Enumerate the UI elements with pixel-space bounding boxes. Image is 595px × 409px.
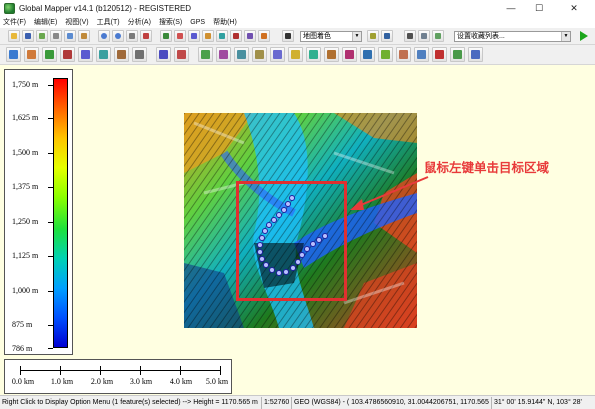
legend-label: 875 m [12,320,33,329]
scale-label: 5.0 km [205,377,229,386]
legend-label: 1,625 m [12,113,39,122]
split-line-icon[interactable] [198,47,213,62]
scale-label: 0.0 km [11,377,35,386]
menu-analysis[interactable]: 分析(A) [128,17,151,27]
menu-gps[interactable]: GPS [190,19,205,26]
control-center-icon[interactable] [258,30,270,42]
legend-label: 786 m [12,344,33,353]
map-workspace[interactable]: 1,750 m 1,625 m 1,500 m 1,375 m 1,250 m … [0,65,595,395]
circle-tool-icon[interactable] [78,47,93,62]
digitizer-toolbar [0,45,595,65]
scale-label: 4.0 km [169,377,193,386]
binoculars-icon[interactable] [282,30,294,42]
view-shed-icon[interactable] [216,30,228,42]
scale-feature-icon[interactable] [414,47,429,62]
combine-area-icon[interactable] [288,47,303,62]
pan-icon[interactable] [126,30,138,42]
delete-feature-icon[interactable] [432,47,447,62]
scale-bar: 0.0 km 1.0 km 2.0 km 3.0 km 4.0 km 5.0 k… [4,359,232,394]
legend-label: 1,000 m [12,286,39,295]
title-bar: Global Mapper v14.1 (b120512) - REGISTER… [0,0,595,16]
3d-view-icon[interactable] [244,30,256,42]
path-profile-icon[interactable] [202,30,214,42]
legend-label: 1,750 m [12,80,39,89]
notes-icon[interactable] [418,30,430,42]
status-coordinates: GEO (WGS84) - ( 103.4786560910, 31.00442… [292,397,492,409]
menu-help[interactable]: 帮助(H) [213,17,237,27]
favorites-combo[interactable]: 设置收藏列表... ▼ [454,31,571,42]
digitizer-icon[interactable] [160,30,172,42]
scale-label: 3.0 km [129,377,153,386]
status-scale: 1:52760 [262,397,292,409]
open-data-icon[interactable] [36,30,48,42]
range-ring-icon[interactable] [114,47,129,62]
rectangle-tool-icon[interactable] [96,47,111,62]
vertex-edit-icon[interactable] [342,47,357,62]
measure-icon[interactable] [174,30,186,42]
minimize-button[interactable]: — [497,0,525,16]
menu-file[interactable]: 文件(F) [3,17,26,27]
menu-edit[interactable]: 编辑(E) [34,17,57,27]
text-tool-icon[interactable] [404,30,416,42]
gps-icon[interactable] [230,30,242,42]
create-area-icon[interactable] [24,47,39,62]
legend-label: 1,125 m [12,251,39,260]
smooth-line-icon[interactable] [234,47,249,62]
close-button[interactable]: ✕ [560,0,588,16]
menu-bar: 文件(F) 编辑(E) 视图(V) 工具(T) 分析(A) 搜索(S) GPS … [0,16,595,28]
status-hint: Right Click to Display Option Menu (1 fe… [0,397,262,409]
status-bar: Right Click to Display Option Menu (1 fe… [0,395,595,409]
copy-icon[interactable] [64,30,76,42]
redo-icon[interactable] [468,47,483,62]
shader-combo[interactable]: 地图着色 ▼ [300,31,362,42]
print-icon[interactable] [50,30,62,42]
legend-label: 1,375 m [12,182,39,191]
insert-vertex-icon[interactable] [174,47,189,62]
reverse-line-icon[interactable] [252,47,267,62]
selection-box [236,181,347,301]
feature-info-icon[interactable] [188,30,200,42]
scale-label: 1.0 km [50,377,74,386]
layer-options-icon[interactable] [367,30,379,42]
annotation-text: 鼠标左键单击目标区域 [424,160,550,175]
snap-icon[interactable] [360,47,375,62]
elevation-color-bar [53,78,68,348]
cut-area-icon[interactable] [324,47,339,62]
create-point-icon[interactable] [60,47,75,62]
scale-label: 2.0 km [90,377,114,386]
main-toolbar: 地图着色 ▼ 设置收藏列表... ▼ [0,28,595,45]
measure-area-icon[interactable] [378,47,393,62]
legend-label: 1,500 m [12,148,39,157]
undo-icon[interactable] [450,47,465,62]
area-tool-icon[interactable] [432,30,444,42]
move-vertex-icon[interactable] [156,47,171,62]
menu-view[interactable]: 视图(V) [65,17,88,27]
maximize-button[interactable]: ☐ [525,0,553,16]
home-icon[interactable] [140,30,152,42]
grid-tool-icon[interactable] [132,47,147,62]
rotate-feature-icon[interactable] [396,47,411,62]
zoom-out-icon[interactable] [112,30,124,42]
paste-icon[interactable] [78,30,90,42]
window-title: Global Mapper v14.1 (b120512) - REGISTER… [19,3,192,13]
legend-label: 1,250 m [12,217,39,226]
zoom-in-icon[interactable] [98,30,110,42]
chevron-down-icon: ▼ [352,32,361,41]
layer-manager-icon[interactable] [381,30,393,42]
save-icon[interactable] [22,30,34,42]
elevation-legend: 1,750 m 1,625 m 1,500 m 1,375 m 1,250 m … [4,69,73,355]
chevron-down-icon: ▼ [561,32,570,41]
create-line-icon[interactable] [42,47,57,62]
run-play-icon[interactable] [580,31,588,41]
menu-search[interactable]: 搜索(S) [159,17,182,27]
join-line-icon[interactable] [216,47,231,62]
buffer-icon[interactable] [270,47,285,62]
menu-tools[interactable]: 工具(T) [97,17,120,27]
app-globe-icon [4,2,15,14]
crop-area-icon[interactable] [306,47,321,62]
status-dms: 31° 00' 15.9144" N, 103° 28' [494,399,582,406]
open-folder-icon[interactable] [8,30,20,42]
edit-feature-icon[interactable] [6,47,21,62]
